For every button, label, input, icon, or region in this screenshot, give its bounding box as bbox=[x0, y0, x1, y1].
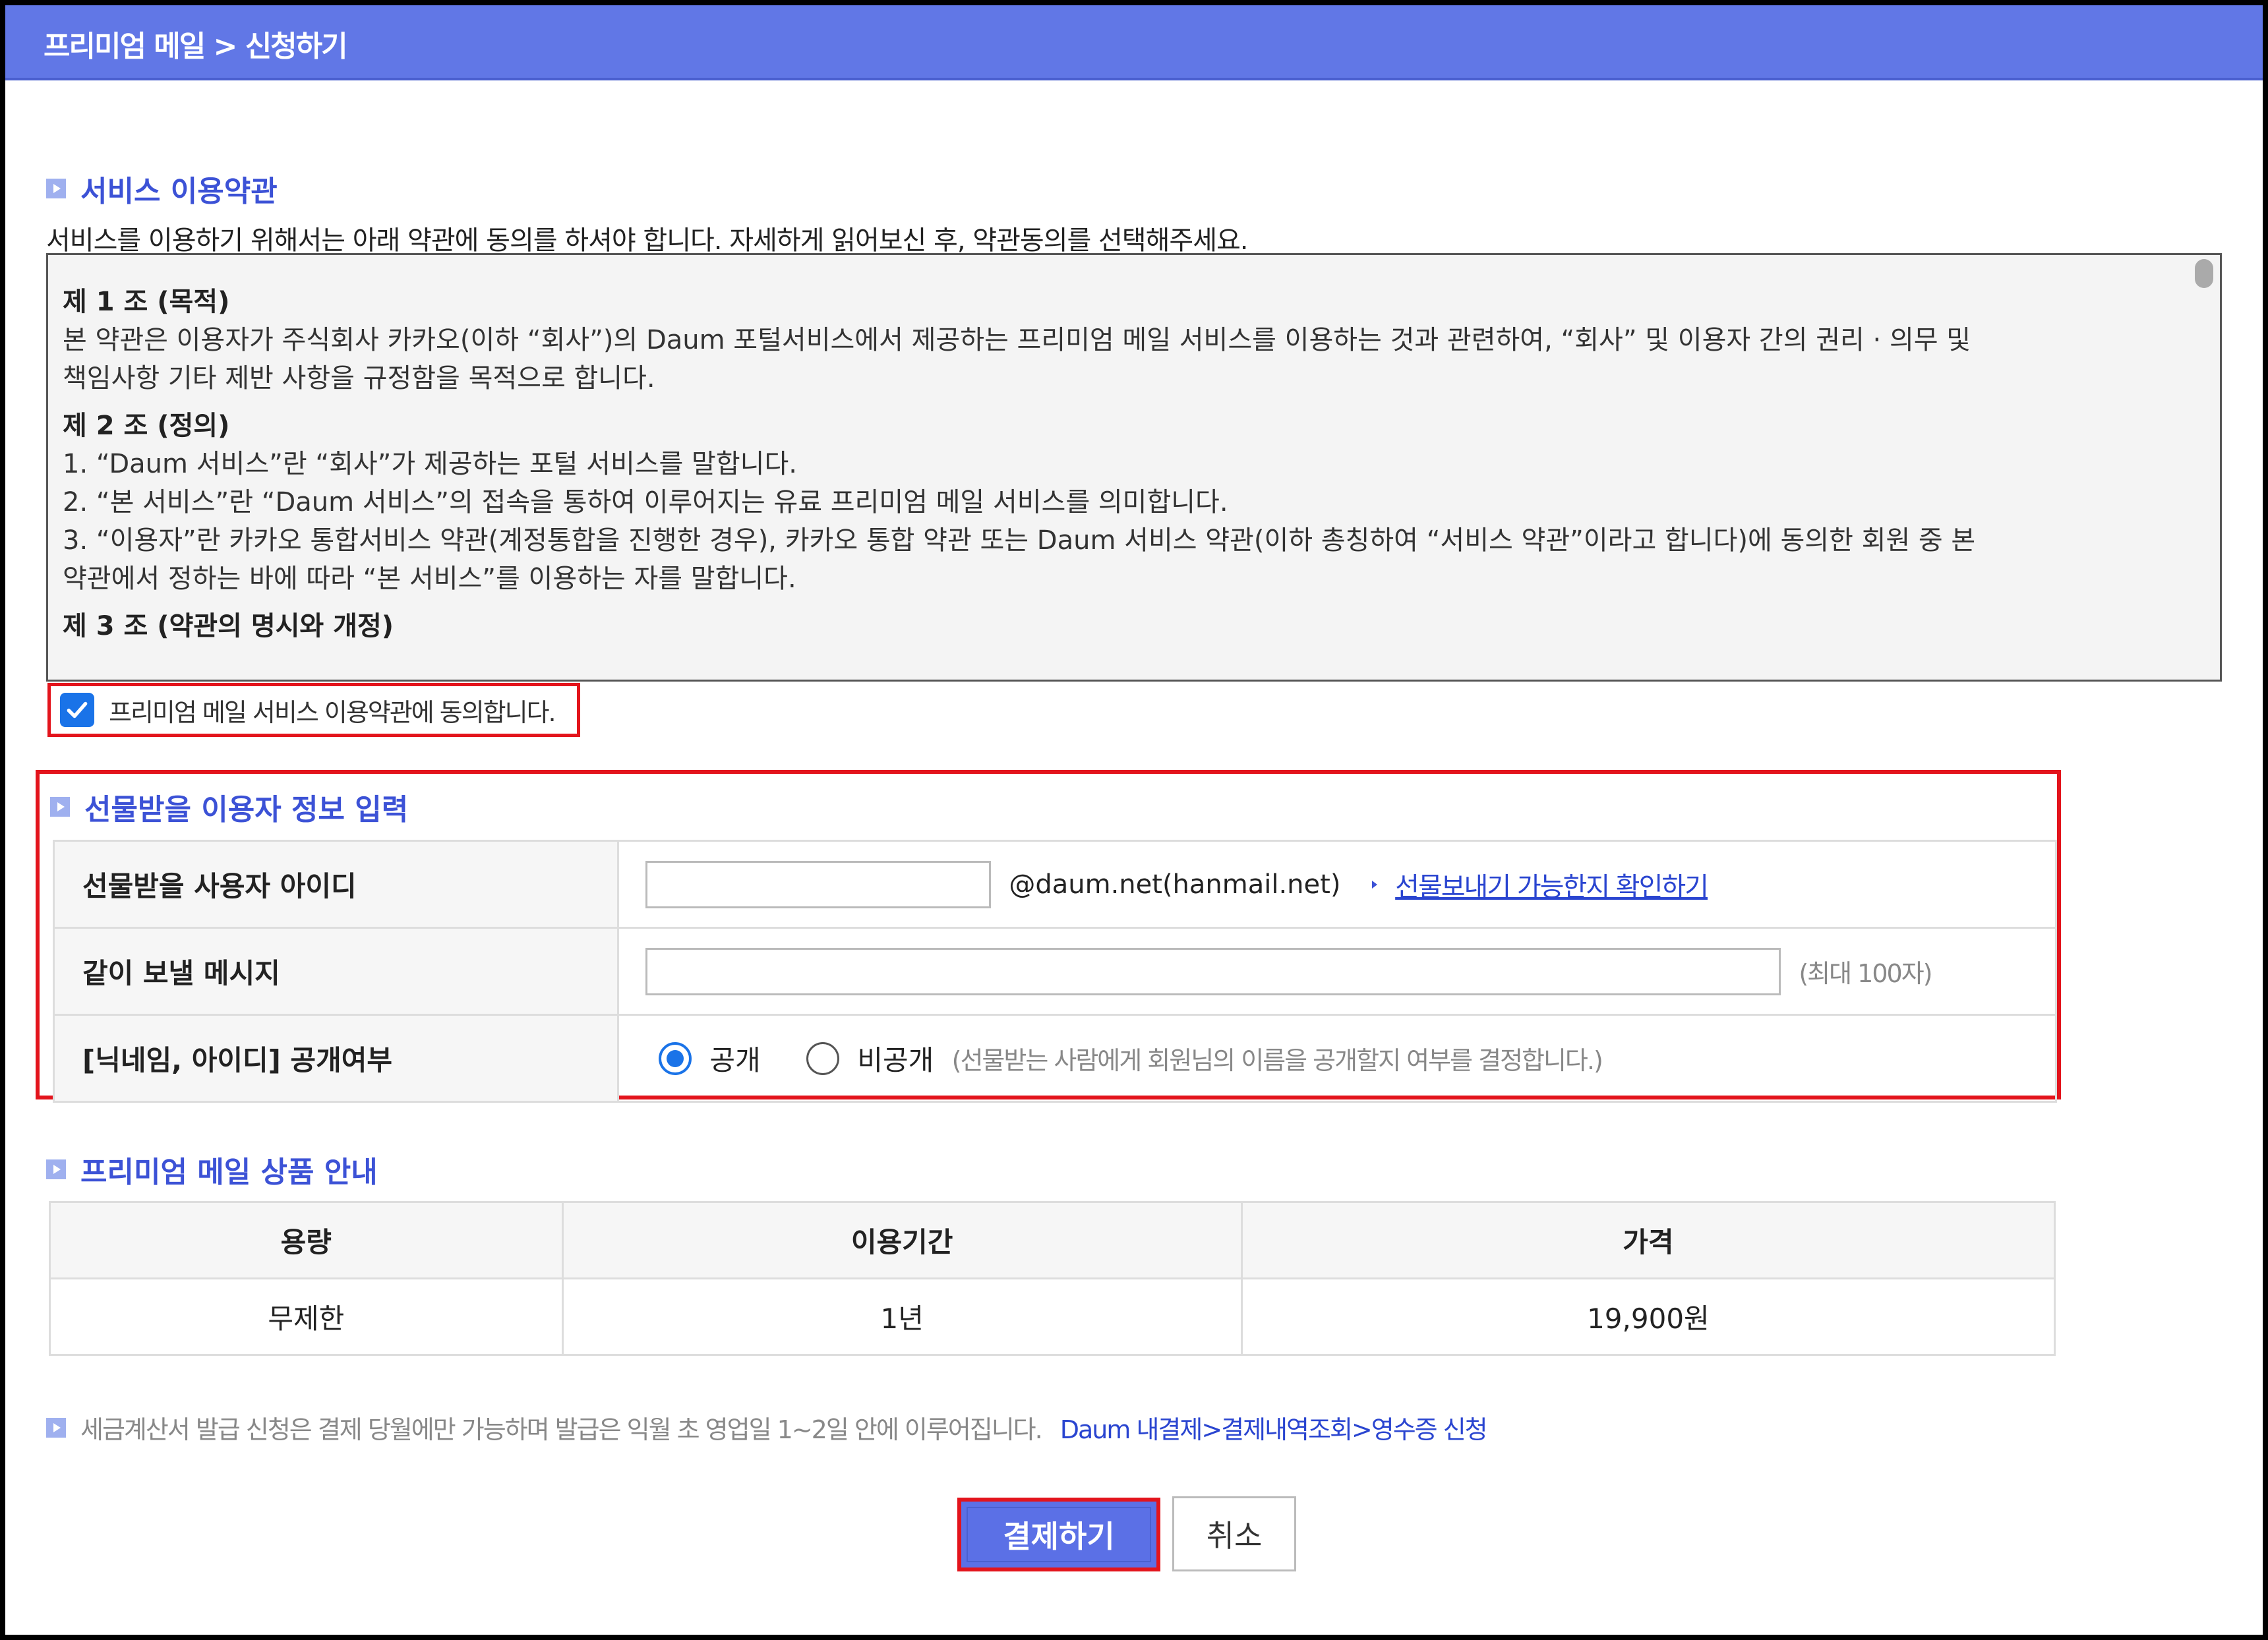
article-title: 제 2 조 (정의) bbox=[63, 411, 230, 441]
gift-section-title-text: 선물받을 이용자 정보 입력 bbox=[84, 793, 409, 827]
visibility-label: [닉네임, 아이디] 공개여부 bbox=[53, 1014, 619, 1103]
table-row: 같이 보낼 메시지 (최대 100자) bbox=[53, 927, 2057, 1016]
checkmark-icon bbox=[67, 701, 88, 718]
product-section-title: 프리미엄 메일 상품 안내 bbox=[46, 1148, 378, 1190]
terms-scrollbox[interactable]: 제 1 조 (목적) 본 약관은 이용자가 주식회사 카카오(이하 “회사”)의… bbox=[46, 253, 2222, 682]
column-header: 이용기간 bbox=[561, 1201, 1243, 1279]
column-header: 용량 bbox=[49, 1201, 564, 1279]
tax-invoice-note: 세금계산서 발급 신청은 결제 당월에만 가능하며 발급은 익월 초 영업일 1… bbox=[46, 1409, 1488, 1446]
private-radio-label[interactable]: 비공개 bbox=[857, 1044, 934, 1076]
agree-checkbox[interactable] bbox=[60, 693, 94, 727]
period-cell: 1년 bbox=[561, 1277, 1243, 1356]
user-id-cell: @daum.net(hanmail.net) 선물보내기 가능한지 확인하기 bbox=[618, 840, 2057, 929]
pay-button-label[interactable]: 결제하기 bbox=[967, 1507, 1151, 1562]
capacity-cell: 무제한 bbox=[49, 1277, 564, 1356]
article-line: 약관에서 정하는 바에 따라 “본 서비스”를 이용하는 자를 말합니다. bbox=[63, 564, 796, 594]
article-line: 2. “본 서비스”란 “Daum 서비스”의 접속을 통하여 이루어지는 유료… bbox=[63, 487, 1228, 517]
price-cell: 19,900원 bbox=[1240, 1277, 2056, 1356]
gift-section-title: 선물받을 이용자 정보 입력 bbox=[50, 786, 408, 828]
private-radio[interactable] bbox=[806, 1041, 839, 1075]
gift-recipient-section: 선물받을 이용자 정보 입력 선물받을 사용자 아이디 @daum.net(ha… bbox=[36, 770, 2061, 1103]
user-id-input[interactable] bbox=[645, 860, 991, 908]
header-bar: 프리미엄 메일 > 신청하기 bbox=[5, 5, 2263, 80]
terms-content: 제 1 조 (목적) 본 약관은 이용자가 주식회사 카카오(이하 “회사”)의… bbox=[63, 283, 2186, 645]
article-line: 3. “이용자”란 카카오 통합서비스 약관(계정통합을 진행한 경우), 카카… bbox=[63, 525, 1976, 556]
message-input[interactable] bbox=[645, 947, 1781, 995]
agree-label: 프리미엄 메일 서비스 이용약관에 동의합니다. bbox=[109, 697, 556, 727]
column-header: 가격 bbox=[1240, 1201, 2056, 1279]
table-header-row: 용량 이용기간 가격 bbox=[49, 1201, 2056, 1279]
article-line: 본 약관은 이용자가 주식회사 카카오(이하 “회사”)의 Daum 포털서비스… bbox=[63, 325, 1971, 355]
pay-button[interactable]: 결제하기 bbox=[957, 1498, 1160, 1571]
product-section-title-text: 프리미엄 메일 상품 안내 bbox=[80, 1156, 378, 1189]
terms-intro: 서비스를 이용하기 위해서는 아래 약관에 동의를 하셔야 합니다. 자세하게 … bbox=[46, 225, 1249, 256]
article-line: 1. “Daum 서비스”란 “회사”가 제공하는 포털 서비스를 말합니다. bbox=[63, 449, 797, 479]
article-title: 제 1 조 (목적) bbox=[63, 287, 230, 317]
visibility-hint: (선물받는 사람에게 회원님의 이름을 공개할지 여부를 결정합니다.) bbox=[951, 1046, 1603, 1075]
message-label: 같이 보낼 메시지 bbox=[53, 927, 619, 1016]
cancel-button[interactable]: 취소 bbox=[1172, 1496, 1296, 1571]
product-table: 용량 이용기간 가격 무제한 1년 19,900원 bbox=[49, 1201, 2056, 1356]
receipt-request-link[interactable]: Daum 내결제>결제내역조회>영수증 신청 bbox=[1060, 1409, 1488, 1446]
public-radio-label[interactable]: 공개 bbox=[709, 1044, 760, 1076]
page-frame: 프리미엄 메일 > 신청하기 서비스 이용약관 서비스를 이용하기 위해서는 아… bbox=[5, 5, 2263, 1635]
agree-terms-row[interactable]: 프리미엄 메일 서비스 이용약관에 동의합니다. bbox=[47, 683, 580, 737]
bullet-arrow-icon bbox=[50, 797, 70, 817]
article-title: 제 3 조 (약관의 명시와 개정) bbox=[63, 611, 394, 641]
domain-text: @daum.net(hanmail.net) bbox=[1009, 869, 1341, 900]
table-row: 무제한 1년 19,900원 bbox=[49, 1277, 2056, 1356]
link-arrow-icon bbox=[1371, 880, 1377, 889]
bullet-arrow-icon bbox=[46, 1159, 66, 1179]
gift-form-table: 선물받을 사용자 아이디 @daum.net(hanmail.net) 선물보내… bbox=[53, 840, 2057, 1103]
public-radio[interactable] bbox=[659, 1041, 692, 1075]
bullet-arrow-icon bbox=[46, 179, 66, 198]
message-cell: (최대 100자) bbox=[618, 927, 2057, 1016]
table-row: [닉네임, 아이디] 공개여부 공개 비공개 (선물받는 사람에게 회원님의 이… bbox=[53, 1014, 2057, 1103]
bullet-arrow-icon bbox=[46, 1417, 66, 1438]
user-id-label: 선물받을 사용자 아이디 bbox=[53, 840, 619, 929]
tax-note-text: 세금계산서 발급 신청은 결제 당월에만 가능하며 발급은 익월 초 영업일 1… bbox=[80, 1415, 1043, 1444]
breadcrumb: 프리미엄 메일 > 신청하기 bbox=[44, 30, 348, 63]
article-line: 책임사항 기타 제반 사항을 규정함을 목적으로 합니다. bbox=[63, 363, 655, 394]
table-row: 선물받을 사용자 아이디 @daum.net(hanmail.net) 선물보내… bbox=[53, 840, 2057, 929]
check-availability-link[interactable]: 선물보내기 가능한지 확인하기 bbox=[1395, 872, 1709, 902]
terms-section-title: 서비스 이용약관 bbox=[46, 167, 278, 210]
visibility-cell: 공개 비공개 (선물받는 사람에게 회원님의 이름을 공개할지 여부를 결정합니… bbox=[618, 1014, 2057, 1103]
message-hint: (최대 100자) bbox=[1799, 959, 1932, 988]
terms-scrollbar-thumb[interactable] bbox=[2195, 259, 2213, 288]
terms-section-title-text: 서비스 이용약관 bbox=[80, 175, 278, 208]
